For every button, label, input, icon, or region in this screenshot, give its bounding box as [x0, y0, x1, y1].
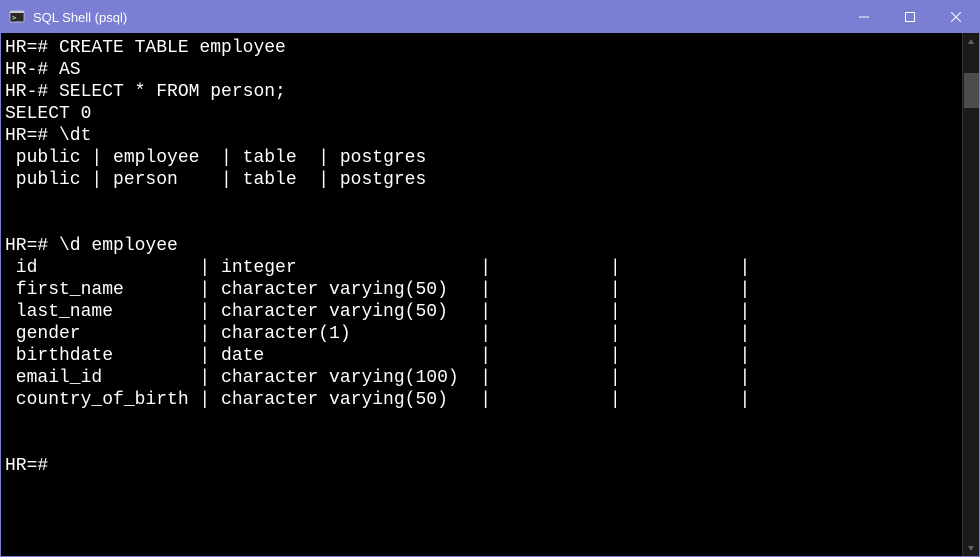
table-row: public| person| table| postgres — [5, 169, 958, 191]
scroll-down-button[interactable] — [963, 539, 979, 556]
app-window: >_ SQL Shell (psql) HR=# CREATE TABLE em… — [0, 0, 980, 557]
terminal-line — [5, 213, 958, 235]
terminal-line: HR=# \d employee — [5, 235, 958, 257]
titlebar[interactable]: >_ SQL Shell (psql) — [1, 1, 979, 33]
terminal-line — [5, 411, 958, 433]
terminal-prompt: HR=# — [5, 455, 958, 477]
table-row: country_of_birth| character varying(50)|… — [5, 389, 958, 411]
terminal-line: HR=# CREATE TABLE employee — [5, 37, 958, 59]
svg-text:>_: >_ — [12, 14, 21, 22]
table-row: gender| character(1)| | | — [5, 323, 958, 345]
terminal-line — [5, 433, 958, 455]
content-wrapper: HR=# CREATE TABLE employeeHR-# ASHR-# SE… — [1, 33, 979, 556]
terminal-output[interactable]: HR=# CREATE TABLE employeeHR-# ASHR-# SE… — [1, 33, 962, 556]
table-row: birthdate| date| | | — [5, 345, 958, 367]
table-row: email_id| character varying(100)| | | — [5, 367, 958, 389]
minimize-button[interactable] — [841, 1, 887, 33]
vertical-scrollbar[interactable] — [962, 33, 979, 556]
table-row: first_name| character varying(50)| | | — [5, 279, 958, 301]
app-icon: >_ — [9, 9, 25, 25]
window-controls — [841, 1, 979, 33]
terminal-line: HR-# SELECT * FROM person; — [5, 81, 958, 103]
terminal-line: HR=# \dt — [5, 125, 958, 147]
terminal-line — [5, 191, 958, 213]
window-title: SQL Shell (psql) — [33, 10, 841, 25]
table-row: id| integer| | | — [5, 257, 958, 279]
table-row: public| employee| table| postgres — [5, 147, 958, 169]
terminal-line: SELECT 0 — [5, 103, 958, 125]
table-row: last_name| character varying(50)| | | — [5, 301, 958, 323]
terminal-line: HR-# AS — [5, 59, 958, 81]
maximize-button[interactable] — [887, 1, 933, 33]
scroll-up-button[interactable] — [963, 33, 979, 50]
scroll-thumb[interactable] — [964, 73, 979, 108]
close-button[interactable] — [933, 1, 979, 33]
